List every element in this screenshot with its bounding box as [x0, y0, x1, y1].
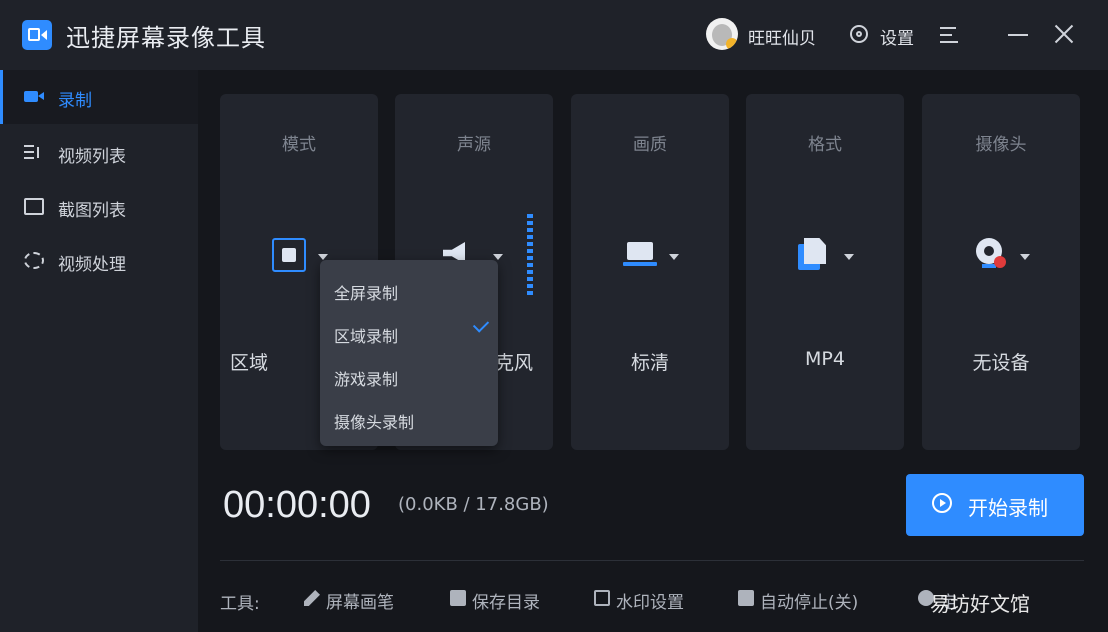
menu-item-camera[interactable]: 摄像头录制	[334, 409, 414, 433]
tool-label: 屏幕画笔	[326, 593, 394, 613]
divider	[220, 560, 1084, 561]
card-title: 声源	[457, 135, 491, 155]
main-panel: 模式 区域 声源 克风 画质 标清 格式 MP4 摄像头 无设备 全屏录制 区域…	[198, 70, 1108, 632]
file-size-info: (0.0KB / 17.8GB)	[398, 494, 549, 515]
username[interactable]: 旺旺仙贝	[748, 24, 816, 49]
sidebar: 录制 视频列表 截图列表 视频处理	[0, 70, 198, 632]
card-quality[interactable]: 画质 标清	[571, 94, 729, 450]
check-icon	[472, 316, 490, 333]
close-icon[interactable]	[1054, 24, 1074, 44]
card-value: MP4	[805, 348, 845, 370]
card-title: 模式	[282, 135, 316, 155]
card-format[interactable]: 格式 MP4	[746, 94, 904, 450]
mode-dropdown-menu: 全屏录制 区域录制 游戏录制 摄像头录制	[320, 260, 498, 446]
recording-timer: 00:00:00	[223, 484, 371, 526]
menu-icon[interactable]	[940, 27, 958, 43]
start-recording-button[interactable]: 开始录制	[906, 474, 1084, 536]
card-title: 画质	[633, 135, 667, 155]
screenshot-list-icon	[24, 198, 44, 215]
error-badge-icon	[994, 256, 1006, 268]
avatar[interactable]	[706, 18, 738, 50]
chevron-down-icon[interactable]	[669, 254, 679, 260]
sidebar-item-record[interactable]: 录制	[0, 70, 198, 124]
watermark-overlay: 易坊好文馆	[930, 592, 1030, 616]
card-value: 标清	[630, 352, 669, 374]
video-process-icon	[24, 252, 44, 269]
chevron-down-icon[interactable]	[1020, 254, 1030, 260]
sidebar-item-label: 视频列表	[58, 147, 126, 167]
sidebar-item-video-process[interactable]: 视频处理	[0, 234, 198, 288]
pen-icon	[304, 590, 320, 606]
card-value: 区域	[229, 352, 268, 374]
menu-item-game[interactable]: 游戏录制	[334, 366, 398, 390]
menu-item-fullscreen[interactable]: 全屏录制	[334, 280, 398, 304]
sidebar-item-label: 视频处理	[58, 255, 126, 275]
file-icon	[798, 238, 832, 272]
start-recording-label: 开始录制	[968, 496, 1048, 520]
video-list-icon	[24, 144, 44, 161]
sidebar-item-label: 截图列表	[58, 201, 126, 221]
minimize-icon[interactable]	[1008, 34, 1028, 36]
settings-button[interactable]: 设置	[880, 24, 914, 49]
tool-label: 自动停止(关)	[760, 593, 859, 613]
menu-item-region[interactable]: 区域录制	[334, 323, 398, 347]
tools-label: 工具:	[220, 594, 260, 614]
title-bar: 迅捷屏幕录像工具 旺旺仙贝 设置	[0, 0, 1108, 70]
card-value: 无设备	[972, 352, 1030, 374]
gear-icon[interactable]	[850, 25, 868, 43]
vip-badge-icon	[726, 38, 738, 50]
app-title: 迅捷屏幕录像工具	[66, 24, 266, 52]
card-camera[interactable]: 摄像头 无设备	[922, 94, 1080, 450]
sidebar-item-video-list[interactable]: 视频列表	[0, 126, 198, 180]
sidebar-item-screenshot-list[interactable]: 截图列表	[0, 180, 198, 234]
pause-icon	[738, 590, 754, 606]
sidebar-item-label: 录制	[58, 91, 92, 111]
card-title: 摄像头	[975, 135, 1027, 155]
play-icon	[932, 493, 952, 513]
webcam-icon	[974, 238, 1008, 272]
chevron-down-icon[interactable]	[493, 254, 503, 260]
record-icon	[24, 88, 44, 105]
app-logo-icon	[22, 20, 52, 50]
laptop-icon	[623, 238, 657, 272]
tool-label: 保存目录	[472, 593, 540, 613]
volume-meter	[527, 214, 533, 298]
fullscreen-region-icon	[272, 238, 306, 272]
watermark-icon	[594, 590, 610, 606]
card-title: 格式	[808, 135, 842, 155]
folder-icon	[450, 590, 466, 606]
chevron-down-icon[interactable]	[844, 254, 854, 260]
tool-label: 水印设置	[616, 593, 684, 613]
